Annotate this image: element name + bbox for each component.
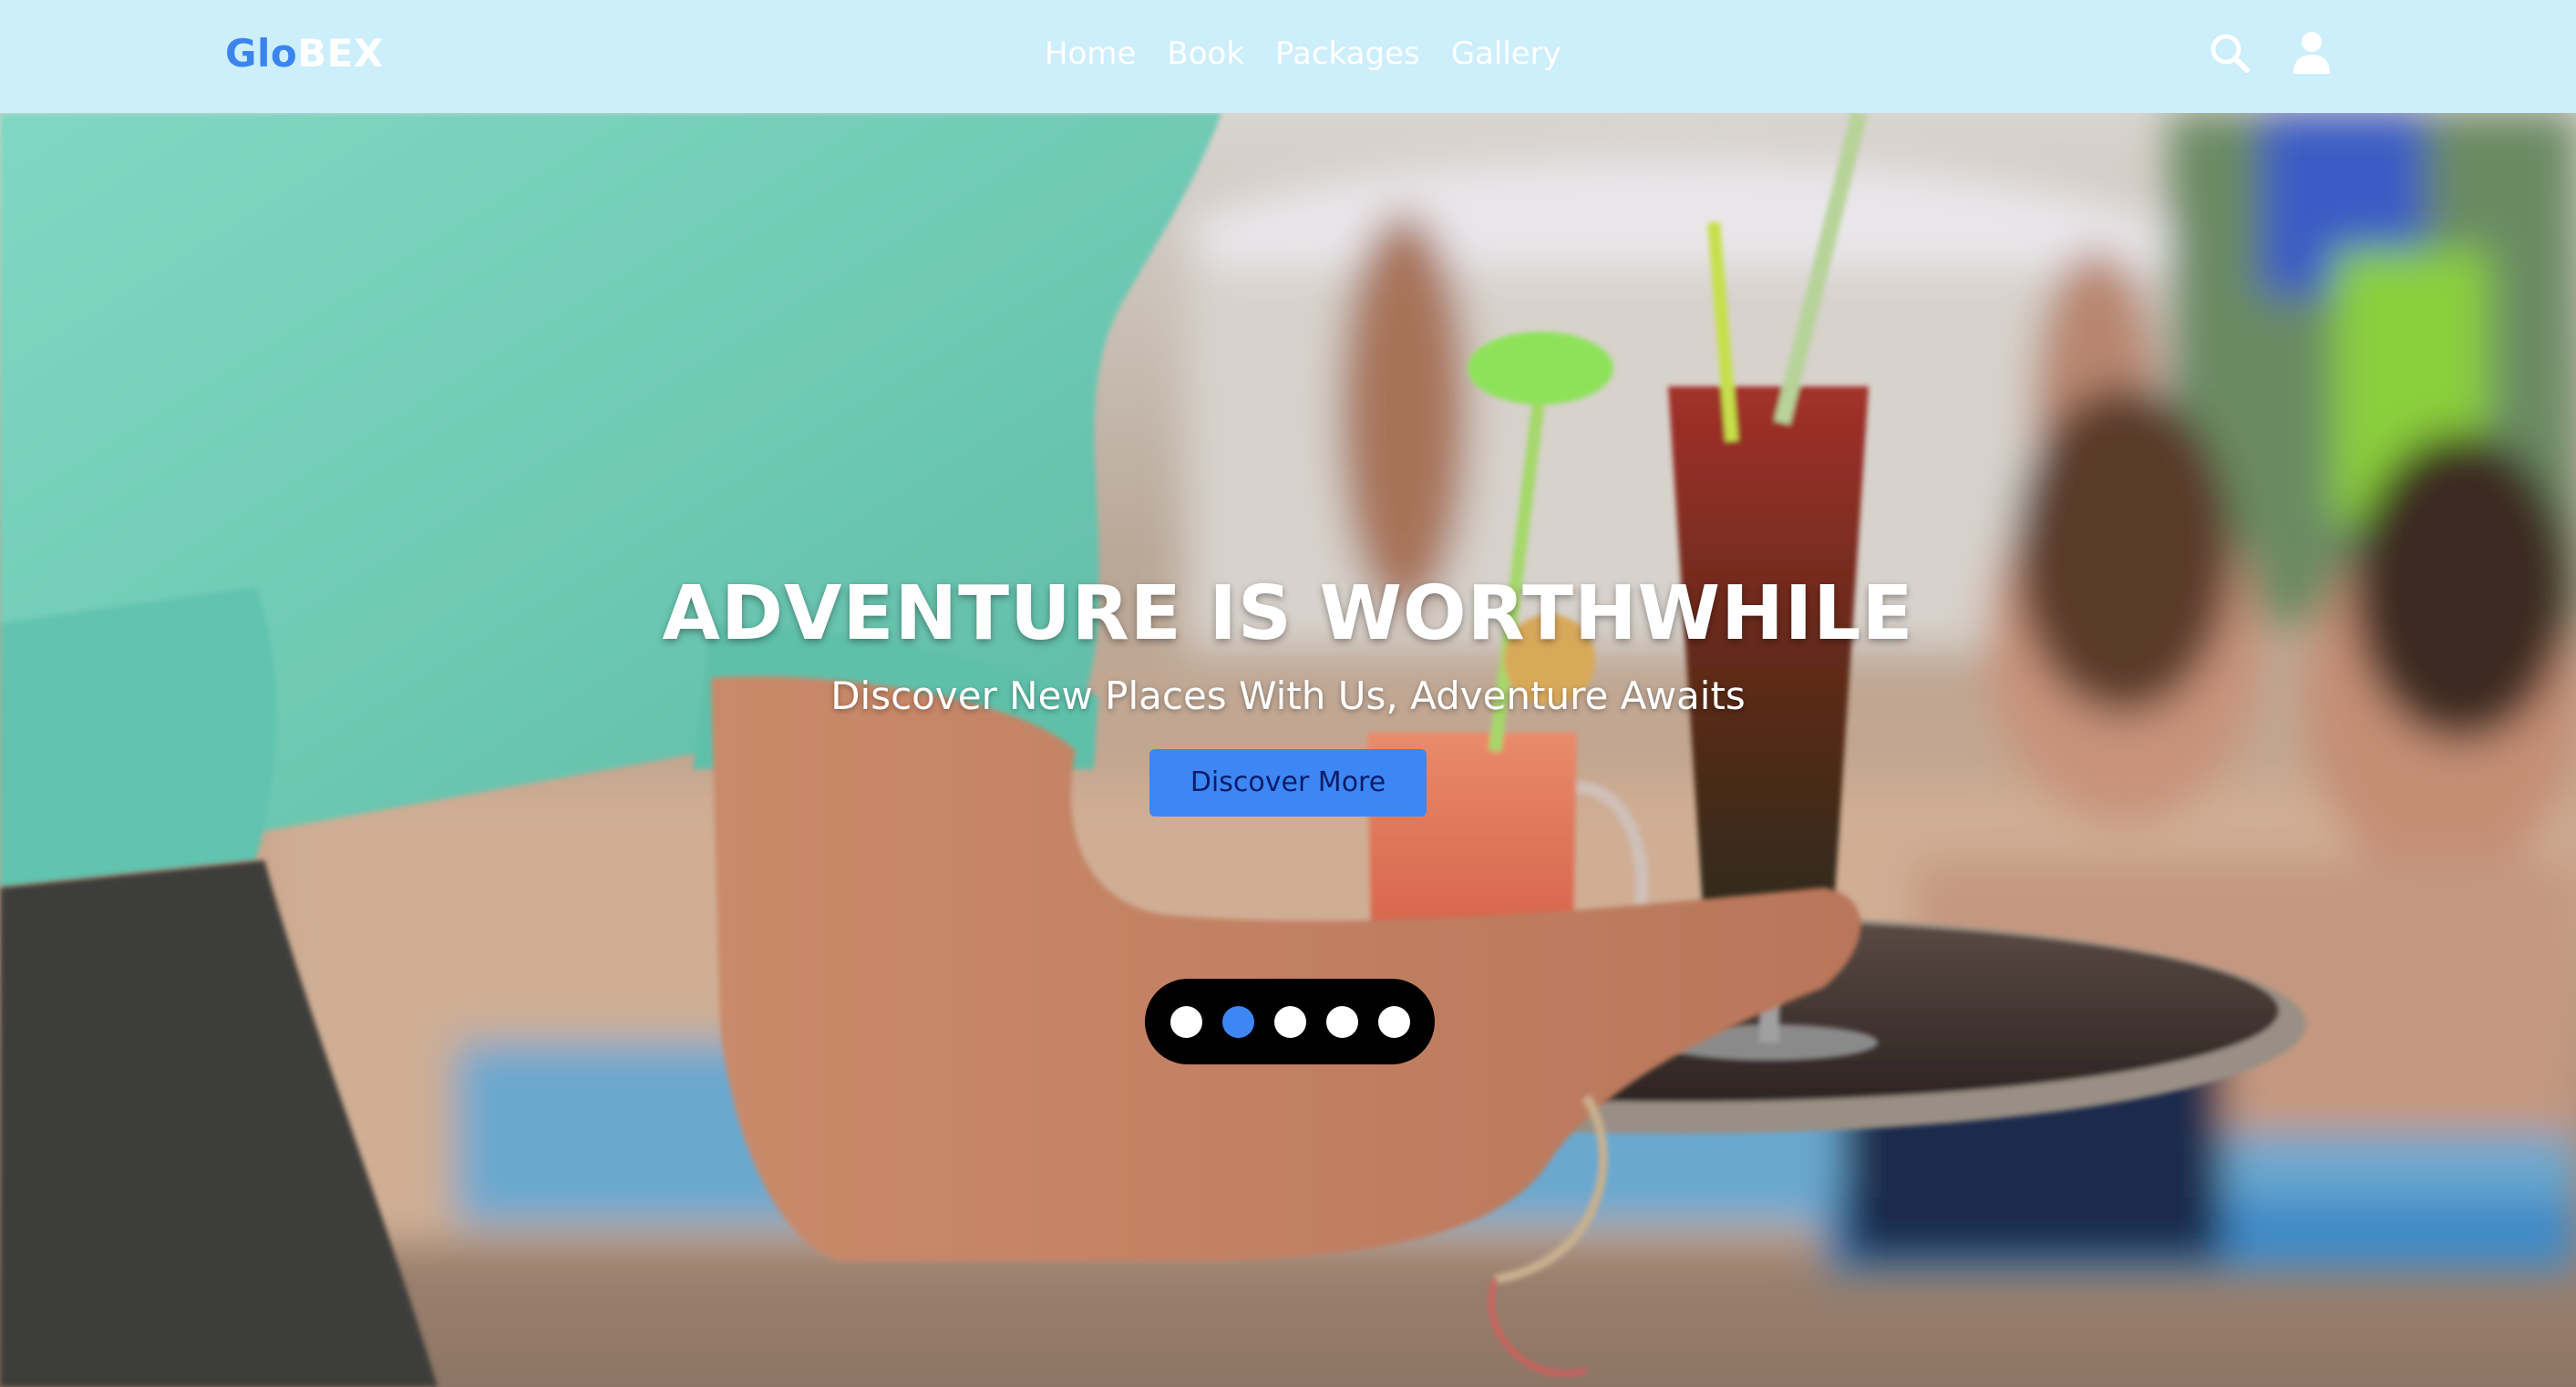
nav-link-book[interactable]: Book [1167, 33, 1244, 75]
nav-link-gallery[interactable]: Gallery [1451, 33, 1561, 75]
carousel-dot-5[interactable] [1377, 1005, 1410, 1038]
main-nav: Home Book Packages Gallery [1045, 33, 1561, 75]
carousel-dot-2[interactable] [1221, 1005, 1254, 1038]
search-icon[interactable] [2204, 27, 2255, 78]
logo-text-glo: Glo [225, 31, 298, 76]
carousel-dot-3[interactable] [1273, 1005, 1306, 1038]
nav-link-home[interactable]: Home [1045, 33, 1136, 75]
discover-more-button[interactable]: Discover More [1149, 749, 1427, 817]
logo-text-bex: BEX [297, 31, 384, 76]
hero-content: ADVENTURE IS WORTHWHILE Discover New Pla… [0, 569, 2576, 817]
hero-title: ADVENTURE IS WORTHWHILE [662, 570, 1914, 657]
site-header: GloBEX Home Book Packages Gallery [0, 0, 2576, 113]
carousel-dot-1[interactable] [1170, 1005, 1202, 1038]
hero-banner: ADVENTURE IS WORTHWHILE Discover New Pla… [0, 113, 2576, 1387]
hero-subtitle: Discover New Places With Us, Adventure A… [830, 673, 1746, 718]
carousel-dot-4[interactable] [1325, 1005, 1358, 1038]
carousel-indicators [1145, 979, 1435, 1064]
header-actions [2204, 27, 2337, 78]
user-icon[interactable] [2286, 27, 2337, 78]
nav-link-packages[interactable]: Packages [1275, 33, 1420, 75]
page: GloBEX Home Book Packages Gallery ADVENT… [0, 0, 2576, 1387]
logo[interactable]: GloBEX [225, 29, 384, 78]
